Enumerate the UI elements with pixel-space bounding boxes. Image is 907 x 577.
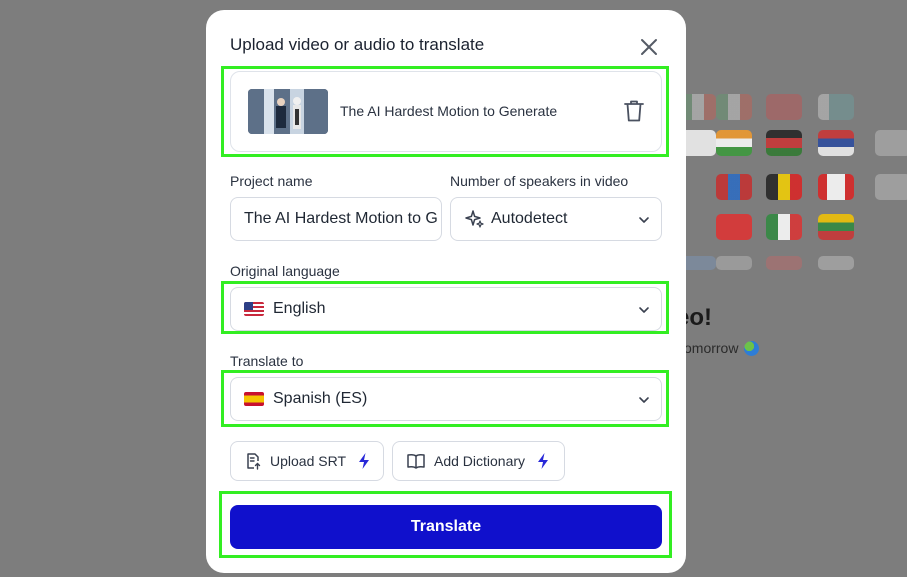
video-thumbnail (248, 89, 328, 134)
flag-tile (818, 94, 854, 120)
translate-to-value: Spanish (ES) (273, 390, 368, 407)
project-name-label: Project name (230, 173, 313, 189)
close-icon[interactable] (638, 36, 660, 58)
flag-tile (818, 130, 854, 156)
file-upload-icon (247, 453, 261, 470)
trash-icon[interactable] (623, 99, 645, 123)
speakers-select[interactable]: Autodetect (450, 197, 662, 241)
sparkle-icon (465, 210, 484, 228)
chevron-down-icon (639, 307, 649, 313)
upload-srt-button[interactable]: Upload SRT (230, 441, 384, 481)
translate-button[interactable]: Translate (230, 505, 662, 549)
speakers-label: Number of speakers in video (450, 173, 629, 189)
translate-to-label: Translate to (230, 353, 304, 369)
flag-tile (766, 130, 802, 156)
project-name-input[interactable]: The AI Hardest Motion to G (230, 197, 442, 241)
flag-tile (716, 94, 752, 120)
original-language-select[interactable]: English (230, 287, 662, 331)
globe-icon (744, 340, 760, 356)
flag-tile (716, 256, 752, 270)
lightning-icon (538, 453, 549, 469)
add-dictionary-label: Add Dictionary (434, 453, 526, 469)
upload-srt-label: Upload SRT (270, 453, 347, 469)
chevron-down-icon (639, 397, 649, 403)
background-subtext: omorrow (684, 340, 760, 356)
us-flag-icon (244, 302, 264, 316)
project-name-value: The AI Hardest Motion to G (244, 210, 438, 227)
flag-tile (818, 214, 854, 240)
spain-flag-icon (244, 392, 264, 406)
flag-tile (818, 174, 854, 200)
original-language-value: English (273, 300, 326, 317)
flag-tile (766, 174, 802, 200)
chevron-down-icon (639, 217, 649, 223)
file-name: The AI Hardest Motion to Generate (340, 103, 558, 119)
flag-tile (766, 256, 802, 270)
original-language-label: Original language (230, 263, 340, 279)
flag-tile (766, 214, 802, 240)
lightning-icon (359, 453, 370, 469)
flag-grid (666, 90, 907, 290)
translate-to-select[interactable]: Spanish (ES) (230, 377, 662, 421)
flag-tile (875, 174, 907, 200)
book-icon (407, 453, 425, 469)
modal-title: Upload video or audio to translate (230, 35, 485, 54)
upload-translate-modal: Upload video or audio to translate The A… (206, 10, 686, 573)
flag-tile (716, 214, 752, 240)
flag-tile (716, 130, 752, 156)
flag-tile (875, 130, 907, 156)
flag-tile (766, 94, 802, 120)
add-dictionary-button[interactable]: Add Dictionary (392, 441, 565, 481)
background-subtext-label: omorrow (684, 340, 739, 356)
speakers-value: Autodetect (491, 210, 568, 227)
uploaded-file-card: The AI Hardest Motion to Generate (230, 71, 662, 152)
flag-tile (818, 256, 854, 270)
flag-tile (716, 174, 752, 200)
